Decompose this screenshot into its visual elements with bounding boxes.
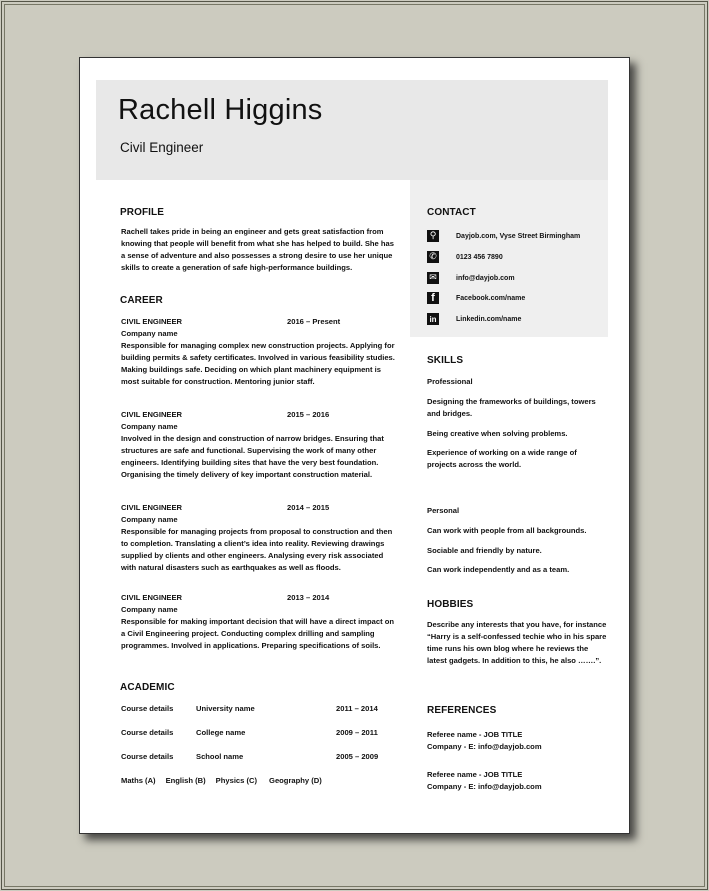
course-details: Course details [121, 728, 174, 737]
contact-email: ✉ info@dayjob.com [427, 272, 515, 284]
contact-text: Linkedin.com/name [456, 315, 522, 323]
institution: College name [196, 728, 246, 737]
facebook-icon: f [427, 292, 439, 304]
subject: Maths (A) [121, 776, 156, 785]
job-description: Responsible for managing projects from p… [121, 527, 393, 572]
job-dates: 2014 – 2015 [287, 503, 330, 512]
contact-facebook: f Facebook.com/name [427, 292, 525, 304]
academic-dates: 2011 – 2014 [336, 704, 378, 713]
job-company: Company name [121, 329, 178, 338]
skill-item: Sociable and friendly by nature. [427, 546, 542, 555]
course-details: Course details [121, 704, 174, 713]
skill-item: Experience of working on a wide range of… [427, 448, 577, 469]
hobbies-text: Describe any interests that you have, fo… [427, 620, 607, 665]
contact-text: info@dayjob.com [456, 274, 515, 282]
location-pin-icon: ⚲ [427, 230, 439, 242]
contact-heading: CONTACT [427, 207, 476, 218]
reference-entry: Referee name - JOB TITLE Company - E: in… [427, 769, 607, 793]
job-company: Company name [121, 515, 178, 524]
job-company: Company name [121, 605, 178, 614]
referee-contact: Company - E: info@dayjob.com [427, 742, 542, 751]
career-entry: CIVIL ENGINEER 2016 – Present Company nam… [121, 316, 396, 388]
resume-page: Rachell Higgins Civil Engineer PROFILE R… [79, 57, 630, 834]
institution: School name [196, 752, 244, 761]
job-title: CIVIL ENGINEER [121, 593, 183, 602]
skills-professional-label: Professional [427, 377, 473, 386]
academic-dates: 2009 – 2011 [336, 728, 378, 737]
hobbies-heading: HOBBIES [427, 599, 474, 610]
job-description: Involved in the design and construction … [121, 434, 384, 479]
career-entry: CIVIL ENGINEER 2014 – 2015 Company name R… [121, 502, 396, 574]
skill-item: Can work independently and as a team. [427, 565, 570, 574]
linkedin-icon: in [427, 313, 439, 325]
candidate-role: Civil Engineer [120, 140, 204, 155]
contact-phone: ✆ 0123 456 7890 [427, 251, 503, 263]
skill-item: Can work with people from all background… [427, 526, 587, 535]
job-title: CIVIL ENGINEER [121, 503, 183, 512]
job-dates: 2015 – 2016 [287, 410, 330, 419]
job-description: Responsible for making important decisio… [121, 617, 395, 650]
job-title: CIVIL ENGINEER [121, 317, 183, 326]
course-details: Course details [121, 752, 174, 761]
job-title: CIVIL ENGINEER [121, 410, 183, 419]
referee-contact: Company - E: info@dayjob.com [427, 782, 542, 791]
job-company: Company name [121, 422, 178, 431]
academic-row: Course details School name 2005 – 2009 [121, 752, 378, 761]
profile-text: Rachell takes pride in being an engineer… [121, 227, 394, 272]
contact-text: Facebook.com/name [456, 294, 526, 302]
candidate-name: Rachell Higgins [118, 94, 323, 126]
career-heading: CAREER [120, 295, 163, 306]
institution: University name [196, 704, 255, 713]
subject: English (B) [165, 776, 206, 785]
referee-name: Referee name - JOB TITLE [427, 770, 523, 779]
career-entry: CIVIL ENGINEER 2015 – 2016 Company name I… [121, 409, 396, 481]
phone-icon: ✆ [427, 251, 439, 263]
references-heading: REFERENCES [427, 705, 497, 716]
contact-text: 0123 456 7890 [456, 253, 503, 261]
job-dates: 2013 – 2014 [287, 593, 330, 602]
reference-entry: Referee name - JOB TITLE Company - E: in… [427, 729, 607, 753]
skills-personal-label: Personal [427, 506, 460, 515]
subject: Physics (C) [215, 776, 258, 785]
resume-header: Rachell Higgins Civil Engineer [96, 80, 608, 180]
academic-row: Course details University name 2011 – 20… [121, 704, 378, 713]
academic-dates: 2005 – 2009 [336, 752, 379, 761]
profile-heading: PROFILE [120, 207, 165, 218]
career-entry: CIVIL ENGINEER 2013 – 2014 Company name R… [121, 592, 396, 652]
subject: Geography (D) [269, 776, 322, 785]
academic-row: Course details College name 2009 – 2011 [121, 728, 378, 737]
contact-text: Dayjob.com, Vyse Street Birmingham [456, 232, 581, 240]
subjects-list: Maths (A) English (B) Physics (C) Geogra… [121, 776, 322, 785]
job-description: Responsible for managing complex new con… [121, 341, 395, 386]
referee-name: Referee name - JOB TITLE [427, 730, 523, 739]
email-icon: ✉ [427, 272, 439, 284]
job-dates: 2016 – Present [287, 317, 341, 326]
skill-item: Designing the frameworks of buildings, t… [427, 397, 596, 418]
skill-item: Being creative when solving problems. [427, 429, 568, 438]
academic-heading: ACADEMIC [120, 682, 175, 693]
contact-linkedin: in Linkedin.com/name [427, 313, 521, 325]
skills-heading: SKILLS [427, 355, 464, 366]
contact-address: ⚲ Dayjob.com, Vyse Street Birmingham [427, 230, 580, 242]
